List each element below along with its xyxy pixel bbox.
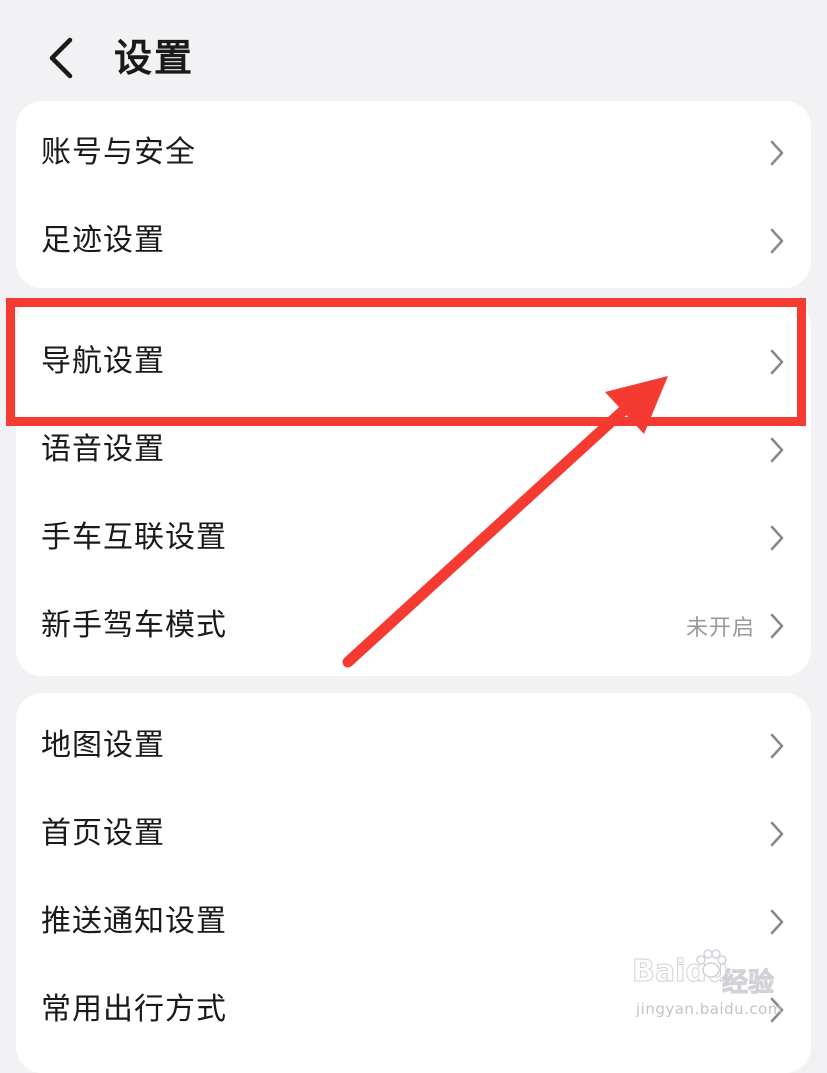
- chevron-right-icon: [770, 613, 784, 639]
- chevron-right-icon: [770, 140, 784, 166]
- row-label: 常用出行方式: [41, 992, 227, 1027]
- row-label: 足迹设置: [41, 223, 165, 258]
- row-label: 导航设置: [41, 344, 165, 379]
- status-text: 未开启: [685, 616, 755, 641]
- back-button[interactable]: [40, 34, 80, 82]
- settings-group-map: 地图设置 首页设置 推送通知设置 常用出行方式: [16, 693, 811, 1073]
- row-label: 地图设置: [41, 728, 165, 763]
- settings-row-push-notification[interactable]: 推送通知设置: [16, 878, 811, 966]
- settings-row-travel-mode[interactable]: 常用出行方式: [16, 966, 811, 1054]
- settings-row-map[interactable]: 地图设置: [16, 702, 811, 790]
- chevron-right-icon: [770, 349, 784, 375]
- settings-row-home[interactable]: 首页设置: [16, 790, 811, 878]
- settings-row-phone-car-link[interactable]: 手车互联设置: [16, 494, 811, 582]
- chevron-left-icon: [49, 37, 73, 79]
- page-title: 设置: [114, 36, 195, 80]
- chevron-right-icon: [770, 997, 784, 1023]
- row-label: 语音设置: [41, 432, 165, 467]
- chevron-right-icon: [770, 821, 784, 847]
- settings-row-navigation[interactable]: 导航设置: [16, 318, 811, 406]
- row-label: 首页设置: [41, 816, 165, 851]
- chevron-right-icon: [770, 909, 784, 935]
- settings-row-footprint[interactable]: 足迹设置: [16, 197, 811, 285]
- header-bar: 设置: [0, 0, 827, 100]
- row-label: 账号与安全: [41, 135, 196, 170]
- chevron-right-icon: [770, 733, 784, 759]
- chevron-right-icon: [770, 525, 784, 551]
- chevron-right-icon: [770, 437, 784, 463]
- chevron-right-icon: [770, 228, 784, 254]
- settings-row-novice-driving[interactable]: 新手驾车模式 未开启: [16, 582, 811, 670]
- row-label: 新手驾车模式: [41, 608, 227, 643]
- settings-group-account: 账号与安全 足迹设置: [16, 101, 811, 288]
- settings-row-voice[interactable]: 语音设置: [16, 406, 811, 494]
- row-label: 手车互联设置: [41, 520, 227, 555]
- settings-row-account-security[interactable]: 账号与安全: [16, 109, 811, 197]
- settings-group-navigation: 导航设置 语音设置 手车互联设置 新手驾车模式 未开启: [16, 300, 811, 676]
- row-label: 推送通知设置: [41, 904, 227, 939]
